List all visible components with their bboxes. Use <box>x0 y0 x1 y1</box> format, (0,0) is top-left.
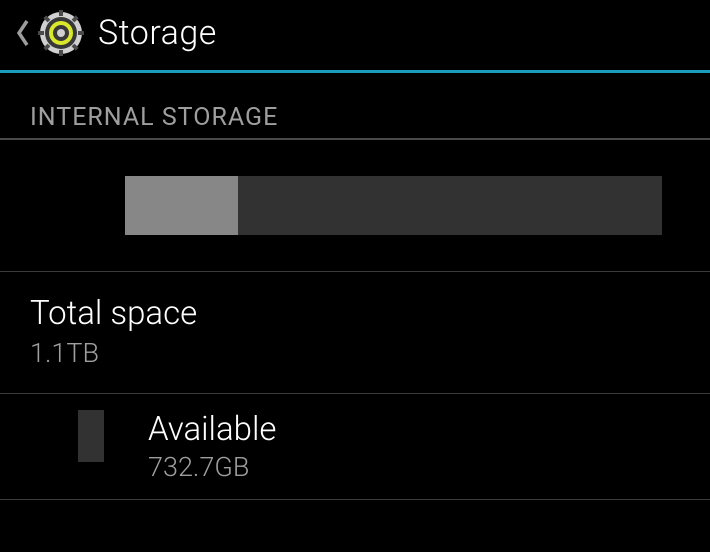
total-space-label: Total space <box>30 294 680 333</box>
content: INTERNAL STORAGE Total space 1.1TB Avail… <box>0 73 710 500</box>
back-icon[interactable] <box>12 14 34 52</box>
total-space-value: 1.1TB <box>30 337 680 369</box>
available-swatch <box>78 410 104 462</box>
available-value: 732.7GB <box>148 451 276 483</box>
available-label: Available <box>148 410 276 449</box>
app-header: Storage <box>0 0 710 73</box>
settings-icon[interactable] <box>38 10 84 56</box>
total-space-row[interactable]: Total space 1.1TB <box>0 272 710 394</box>
available-row[interactable]: Available 732.7GB <box>0 394 710 500</box>
page-title: Storage <box>98 13 217 53</box>
storage-usage-bar <box>125 176 662 235</box>
storage-usage-bar-row[interactable] <box>0 140 710 272</box>
storage-usage-fill <box>125 176 238 235</box>
section-header-internal: INTERNAL STORAGE <box>0 73 710 140</box>
available-text: Available 732.7GB <box>148 410 276 483</box>
